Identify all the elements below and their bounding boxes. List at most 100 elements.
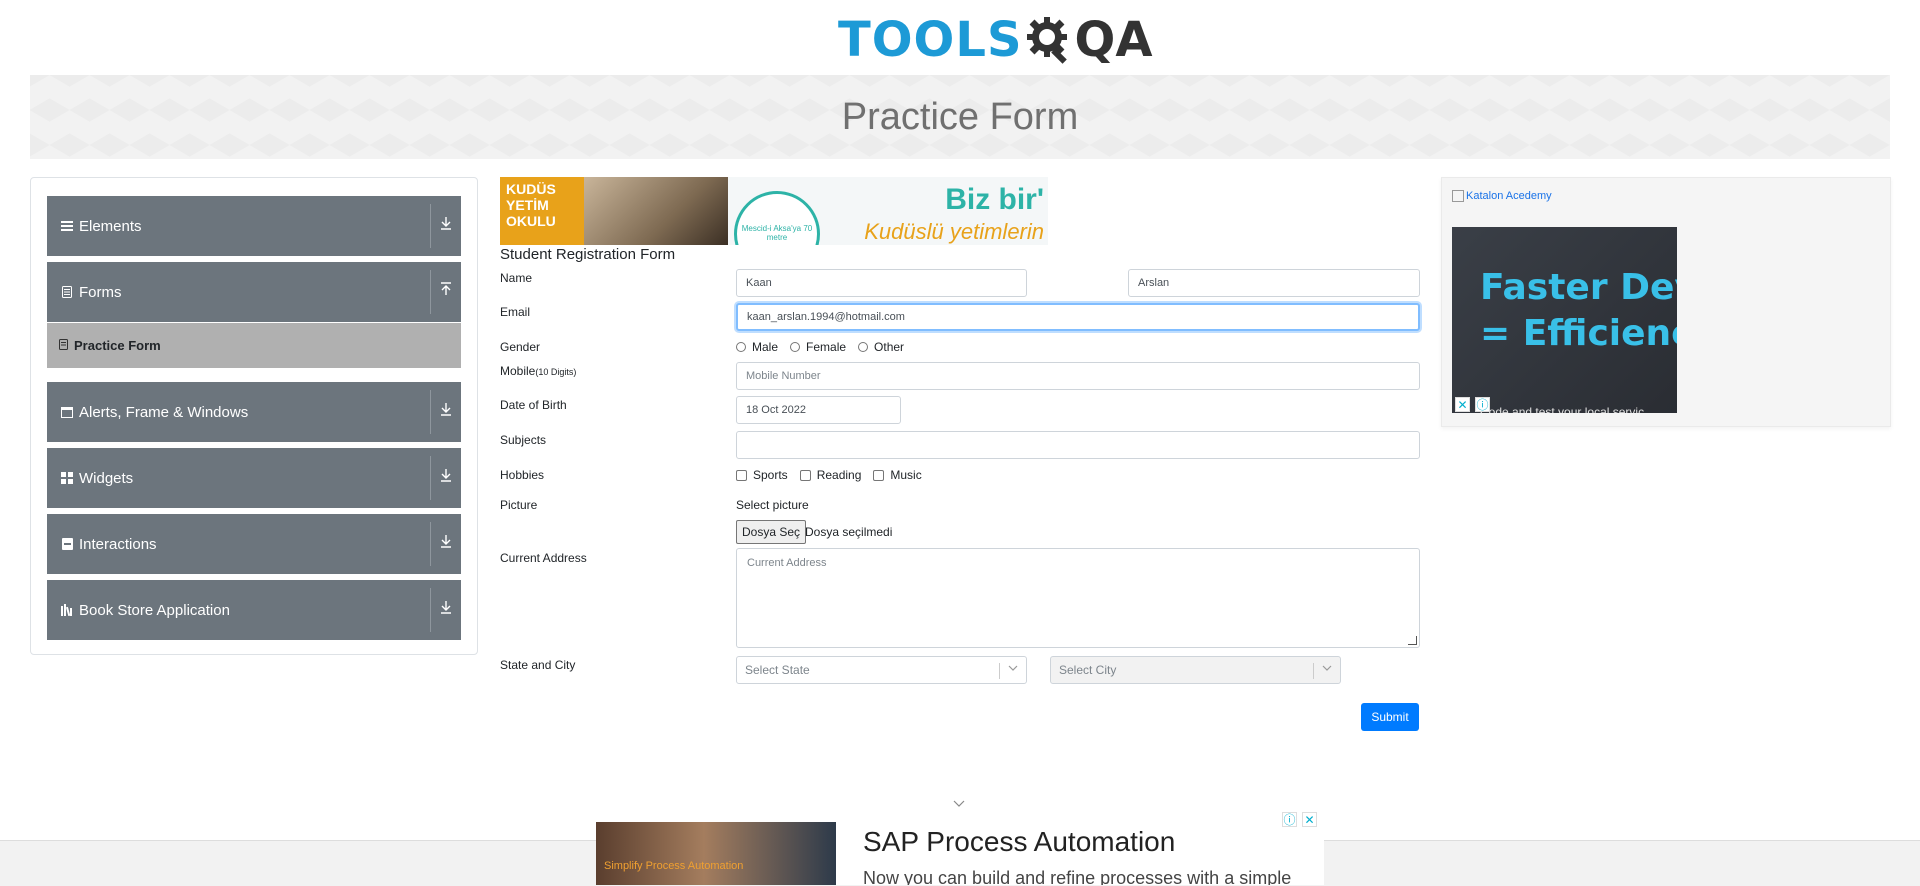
submit-button[interactable]: Submit <box>1361 703 1419 731</box>
grid-icon <box>61 472 73 484</box>
email-input[interactable]: kaan_arslan.1994@hotmail.com <box>736 303 1420 331</box>
dob-input[interactable]: 18 Oct 2022 <box>736 396 901 424</box>
gender-male-option[interactable]: Male <box>736 340 778 354</box>
hobby-sports-option[interactable]: Sports <box>736 468 788 482</box>
ad-photo <box>584 177 728 245</box>
info-icon[interactable]: ⓘ <box>1282 812 1297 827</box>
ad-subtext: Code and test your local servic <box>1480 405 1645 413</box>
download-icon[interactable] <box>437 216 455 234</box>
katalon-link-text: Katalon Acedemy <box>1466 190 1552 202</box>
gender-label: Gender <box>500 340 541 354</box>
location-pin-icon: Mescid-i Aksa'ya 70 metre <box>734 191 820 245</box>
radio-button[interactable] <box>736 342 746 352</box>
gender-other-option[interactable]: Other <box>858 340 904 354</box>
sidebar-group-book-store[interactable]: Book Store Application <box>47 580 461 640</box>
logo-text-qa: QA <box>1074 12 1153 68</box>
chevron-down-icon[interactable] <box>953 797 965 811</box>
upload-icon[interactable] <box>437 282 455 300</box>
divider <box>999 663 1000 679</box>
page-title: Practice Form <box>841 95 1079 138</box>
checkbox[interactable] <box>736 469 747 481</box>
close-icon[interactable]: ✕ <box>1302 812 1317 827</box>
mobile-input[interactable]: Mobile Number <box>736 362 1420 390</box>
ad-headline: Biz bir' <box>945 183 1044 216</box>
picture-label: Picture <box>500 498 538 512</box>
first-name-input[interactable]: Kaan <box>736 269 1027 297</box>
sidebar-group-label: Widgets <box>79 469 134 487</box>
hobbies-label: Hobbies <box>500 468 545 482</box>
chevron-down-icon <box>1322 663 1332 673</box>
dob-label: Date of Birth <box>500 398 567 412</box>
divider <box>430 522 431 566</box>
state-select-value: Select State <box>745 663 810 677</box>
ad-subline: Kudüslü yetimlerin <box>864 219 1044 244</box>
checkbox[interactable] <box>873 469 885 481</box>
mobile-label-text: Mobile <box>500 364 536 378</box>
radio-button[interactable] <box>858 342 869 352</box>
hobby-music-option[interactable]: Music <box>873 468 922 482</box>
sidebar: Elements Forms Practice Form Alerts, Fra… <box>30 177 478 655</box>
hobby-music-label: Music <box>890 468 922 482</box>
divider <box>430 204 431 248</box>
download-icon[interactable] <box>437 600 455 618</box>
gender-radio-group: Male Female Other <box>736 340 916 354</box>
current-address-label: Current Address <box>500 551 587 565</box>
hobby-sports-label: Sports <box>753 468 788 482</box>
city-select-value: Select City <box>1059 663 1117 677</box>
sidebar-group-alerts[interactable]: Alerts, Frame & Windows <box>47 382 461 442</box>
radio-button[interactable] <box>790 342 801 352</box>
info-icon[interactable]: ⓘ <box>1475 397 1490 412</box>
gender-female-option[interactable]: Female <box>790 340 846 354</box>
gender-male-label: Male <box>752 340 779 354</box>
resize-handle-icon[interactable] <box>1408 636 1417 645</box>
katalon-ad-link[interactable]: Katalon Acedemy <box>1452 190 1552 202</box>
download-icon[interactable] <box>437 468 455 486</box>
ad-pin-text: Mescid-i Aksa'ya 70 metre <box>741 224 813 242</box>
mobile-hint: (10 Digits) <box>535 367 577 377</box>
sidebar-group-label: Elements <box>79 217 142 235</box>
ad-photo-caption: Simplify Process Automation <box>604 860 743 872</box>
ad-line-2: = Efficiency <box>1480 313 1677 354</box>
katalon-ad-creative[interactable]: Faster Dev = Efficiency Code and test yo… <box>1452 227 1677 413</box>
broken-image-icon <box>1452 190 1464 202</box>
document-icon <box>59 338 68 353</box>
sidebar-item-label: Practice Form <box>74 338 161 353</box>
divider <box>430 270 431 314</box>
checkbox[interactable] <box>799 469 811 481</box>
current-address-textarea[interactable]: Current Address <box>736 548 1420 648</box>
ad-line-1: Faster Dev <box>1480 267 1677 308</box>
close-icon[interactable]: ✕ <box>1455 397 1470 412</box>
subjects-input[interactable] <box>736 431 1420 459</box>
ad-headline: SAP Process Automation <box>863 826 1176 857</box>
books-icon <box>61 604 73 616</box>
download-icon[interactable] <box>437 402 455 420</box>
state-select[interactable]: Select State <box>736 656 1027 684</box>
state-city-label: State and City <box>500 658 576 672</box>
mobile-label: Mobile(10 Digits) <box>500 364 576 378</box>
email-label: Email <box>500 305 531 319</box>
toolsqa-logo[interactable]: TOOLS QA <box>838 10 1152 70</box>
ad-subline: Now you can build and refine processes w… <box>863 868 1292 885</box>
gender-female-label: Female <box>806 340 847 354</box>
sidebar-group-interactions[interactable]: Interactions <box>47 514 461 574</box>
hamburger-icon <box>61 220 73 232</box>
top-ad-banner[interactable]: KUDÜS YETİM OKULU Mescid-i Aksa'ya 70 me… <box>500 177 1048 245</box>
sidebar-group-label: Book Store Application <box>79 601 230 619</box>
hobby-reading-label: Reading <box>816 468 862 482</box>
subjects-label: Subjects <box>500 433 547 447</box>
logo-text: TOOLS <box>838 12 1023 68</box>
sidebar-group-elements[interactable]: Elements <box>47 196 461 256</box>
sidebar-group-label: Interactions <box>79 535 157 553</box>
file-choose-button[interactable]: Dosya Seç <box>736 520 807 544</box>
sidebar-item-practice-form[interactable]: Practice Form <box>47 323 461 368</box>
divider <box>430 390 431 434</box>
sidebar-group-widgets[interactable]: Widgets <box>47 448 461 508</box>
download-icon[interactable] <box>437 534 455 552</box>
select-picture-label: Select picture <box>736 498 809 512</box>
hobby-reading-option[interactable]: Reading <box>799 468 862 482</box>
bottom-ad-banner[interactable]: Simplify Process Automation SAP Process … <box>596 810 1324 885</box>
simplify-rest: Process Automation <box>642 860 744 872</box>
city-select[interactable]: Select City <box>1050 656 1341 684</box>
sidebar-group-forms[interactable]: Forms <box>47 262 461 322</box>
last-name-input[interactable]: Arslan <box>1128 269 1420 297</box>
